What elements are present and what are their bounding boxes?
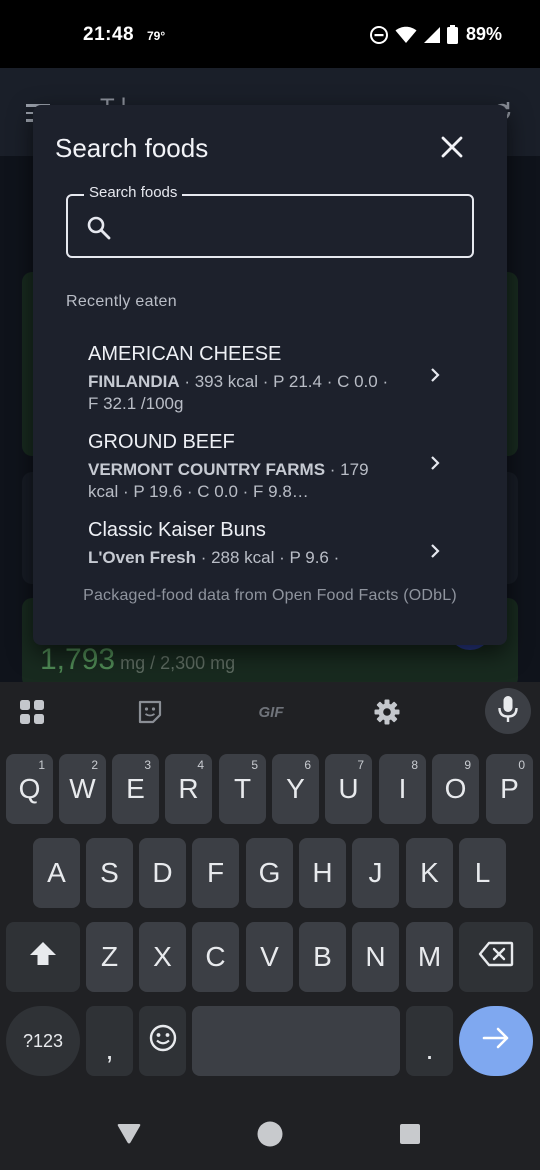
key-l[interactable]: L [459,838,506,908]
food-detail: L'Oven Fresh · 288 kcal · P 9.6 · [88,547,396,569]
microphone-button[interactable] [485,688,531,734]
recents-square-icon [399,1123,421,1150]
home-circle-icon [256,1120,284,1153]
food-detail: VERMONT COUNTRY FARMS · 179 kcal · P 19.… [88,459,396,503]
chevron-right-icon [429,543,441,564]
key-z[interactable]: Z [86,922,133,992]
food-nutrition: · 288 kcal · P 9.6 · [195,548,340,567]
key-i[interactable]: I8 [379,754,426,824]
emoji-icon [149,1024,177,1059]
backspace-icon [478,941,514,974]
key-d[interactable]: D [139,838,186,908]
shift-icon [29,941,57,974]
back-triangle-icon [116,1123,142,1150]
food-item-ground-beef[interactable]: GROUND BEEF VERMONT COUNTRY FARMS · 179 … [66,431,474,517]
dialog-title: Search foods [55,133,209,163]
wifi-icon [395,26,417,44]
space-key[interactable] [192,1006,400,1076]
key-j[interactable]: J [352,838,399,908]
food-brand: FINLANDIA [88,372,180,391]
recents-button[interactable] [394,1120,426,1152]
do-not-disturb-icon [369,25,389,45]
food-brand: L'Oven Fresh [88,548,196,567]
home-button[interactable] [254,1120,286,1152]
cellular-signal-icon [423,26,441,44]
sodium-readout: 1,793 mg / 2,300 mg [40,643,235,677]
food-name: GROUND BEEF [88,431,235,453]
keyboard: GIF Q1 W2 E3 R4 T5 Y6 U7 I8 O9 P0 A S D … [0,682,540,1100]
close-icon [441,136,463,163]
food-name: Classic Kaiser Buns [88,519,266,541]
sodium-limit: mg / 2,300 mg [115,653,236,673]
key-e[interactable]: E3 [112,754,159,824]
recently-eaten-heading: Recently eaten [66,293,177,310]
key-q[interactable]: Q1 [6,754,53,824]
key-k[interactable]: K [406,838,453,908]
sodium-value: 1,793 [40,643,116,676]
status-icons: 89% [369,24,502,45]
food-brand: VERMONT COUNTRY FARMS [88,460,326,479]
key-f[interactable]: F [192,838,239,908]
apps-grid-icon[interactable] [14,694,50,730]
close-button[interactable] [436,133,468,165]
emoji-key[interactable] [139,1006,186,1076]
status-bar: 21:48 79° 89% [0,0,540,68]
key-m[interactable]: M [406,922,453,992]
sticker-icon[interactable] [132,694,168,730]
data-attribution: Packaged-food data from Open Food Facts … [83,587,457,604]
key-b[interactable]: B [299,922,346,992]
gif-button[interactable]: GIF [251,694,291,730]
key-y[interactable]: Y6 [272,754,319,824]
search-input[interactable] [124,208,464,244]
status-temperature: 79° [147,29,166,43]
chevron-right-icon [429,455,441,476]
battery-icon [446,25,458,44]
key-g[interactable]: G [246,838,293,908]
key-v[interactable]: V [246,922,293,992]
key-p[interactable]: P0 [486,754,533,824]
key-n[interactable]: N [352,922,399,992]
key-a[interactable]: A [33,838,80,908]
food-name: AMERICAN CHEESE [88,343,282,365]
arrow-right-icon [481,1025,511,1057]
search-field-label: Search foods [84,184,183,197]
food-detail: FINLANDIA · 393 kcal · P 21.4 · C 0.0 · … [88,371,396,415]
key-t[interactable]: T5 [219,754,266,824]
backspace-key[interactable] [459,922,533,992]
navigation-bar [0,1100,540,1170]
back-button[interactable] [113,1120,145,1152]
settings-gear-icon[interactable] [369,694,405,730]
shift-key[interactable] [6,922,80,992]
key-x[interactable]: X [139,922,186,992]
enter-key[interactable] [459,1006,533,1076]
comma-key[interactable]: , [86,1006,133,1076]
key-u[interactable]: U7 [325,754,372,824]
keyboard-toolbar: GIF [0,682,540,742]
key-o[interactable]: O9 [432,754,479,824]
key-s[interactable]: S [86,838,133,908]
search-icon [86,215,112,246]
key-w[interactable]: W2 [59,754,106,824]
food-item-american-cheese[interactable]: AMERICAN CHEESE FINLANDIA · 393 kcal · P… [66,343,474,429]
period-key[interactable]: . [406,1006,453,1076]
key-c[interactable]: C [192,922,239,992]
microphone-icon [497,695,519,728]
symbols-key[interactable]: ?123 [6,1006,80,1076]
status-time: 21:48 [83,24,135,45]
key-h[interactable]: H [299,838,346,908]
chevron-right-icon [429,367,441,388]
search-foods-dialog: Search foods Search foods Recently eaten… [33,105,507,645]
battery-percentage: 89% [465,24,502,44]
search-field[interactable]: Search foods [66,184,474,258]
key-r[interactable]: R4 [165,754,212,824]
